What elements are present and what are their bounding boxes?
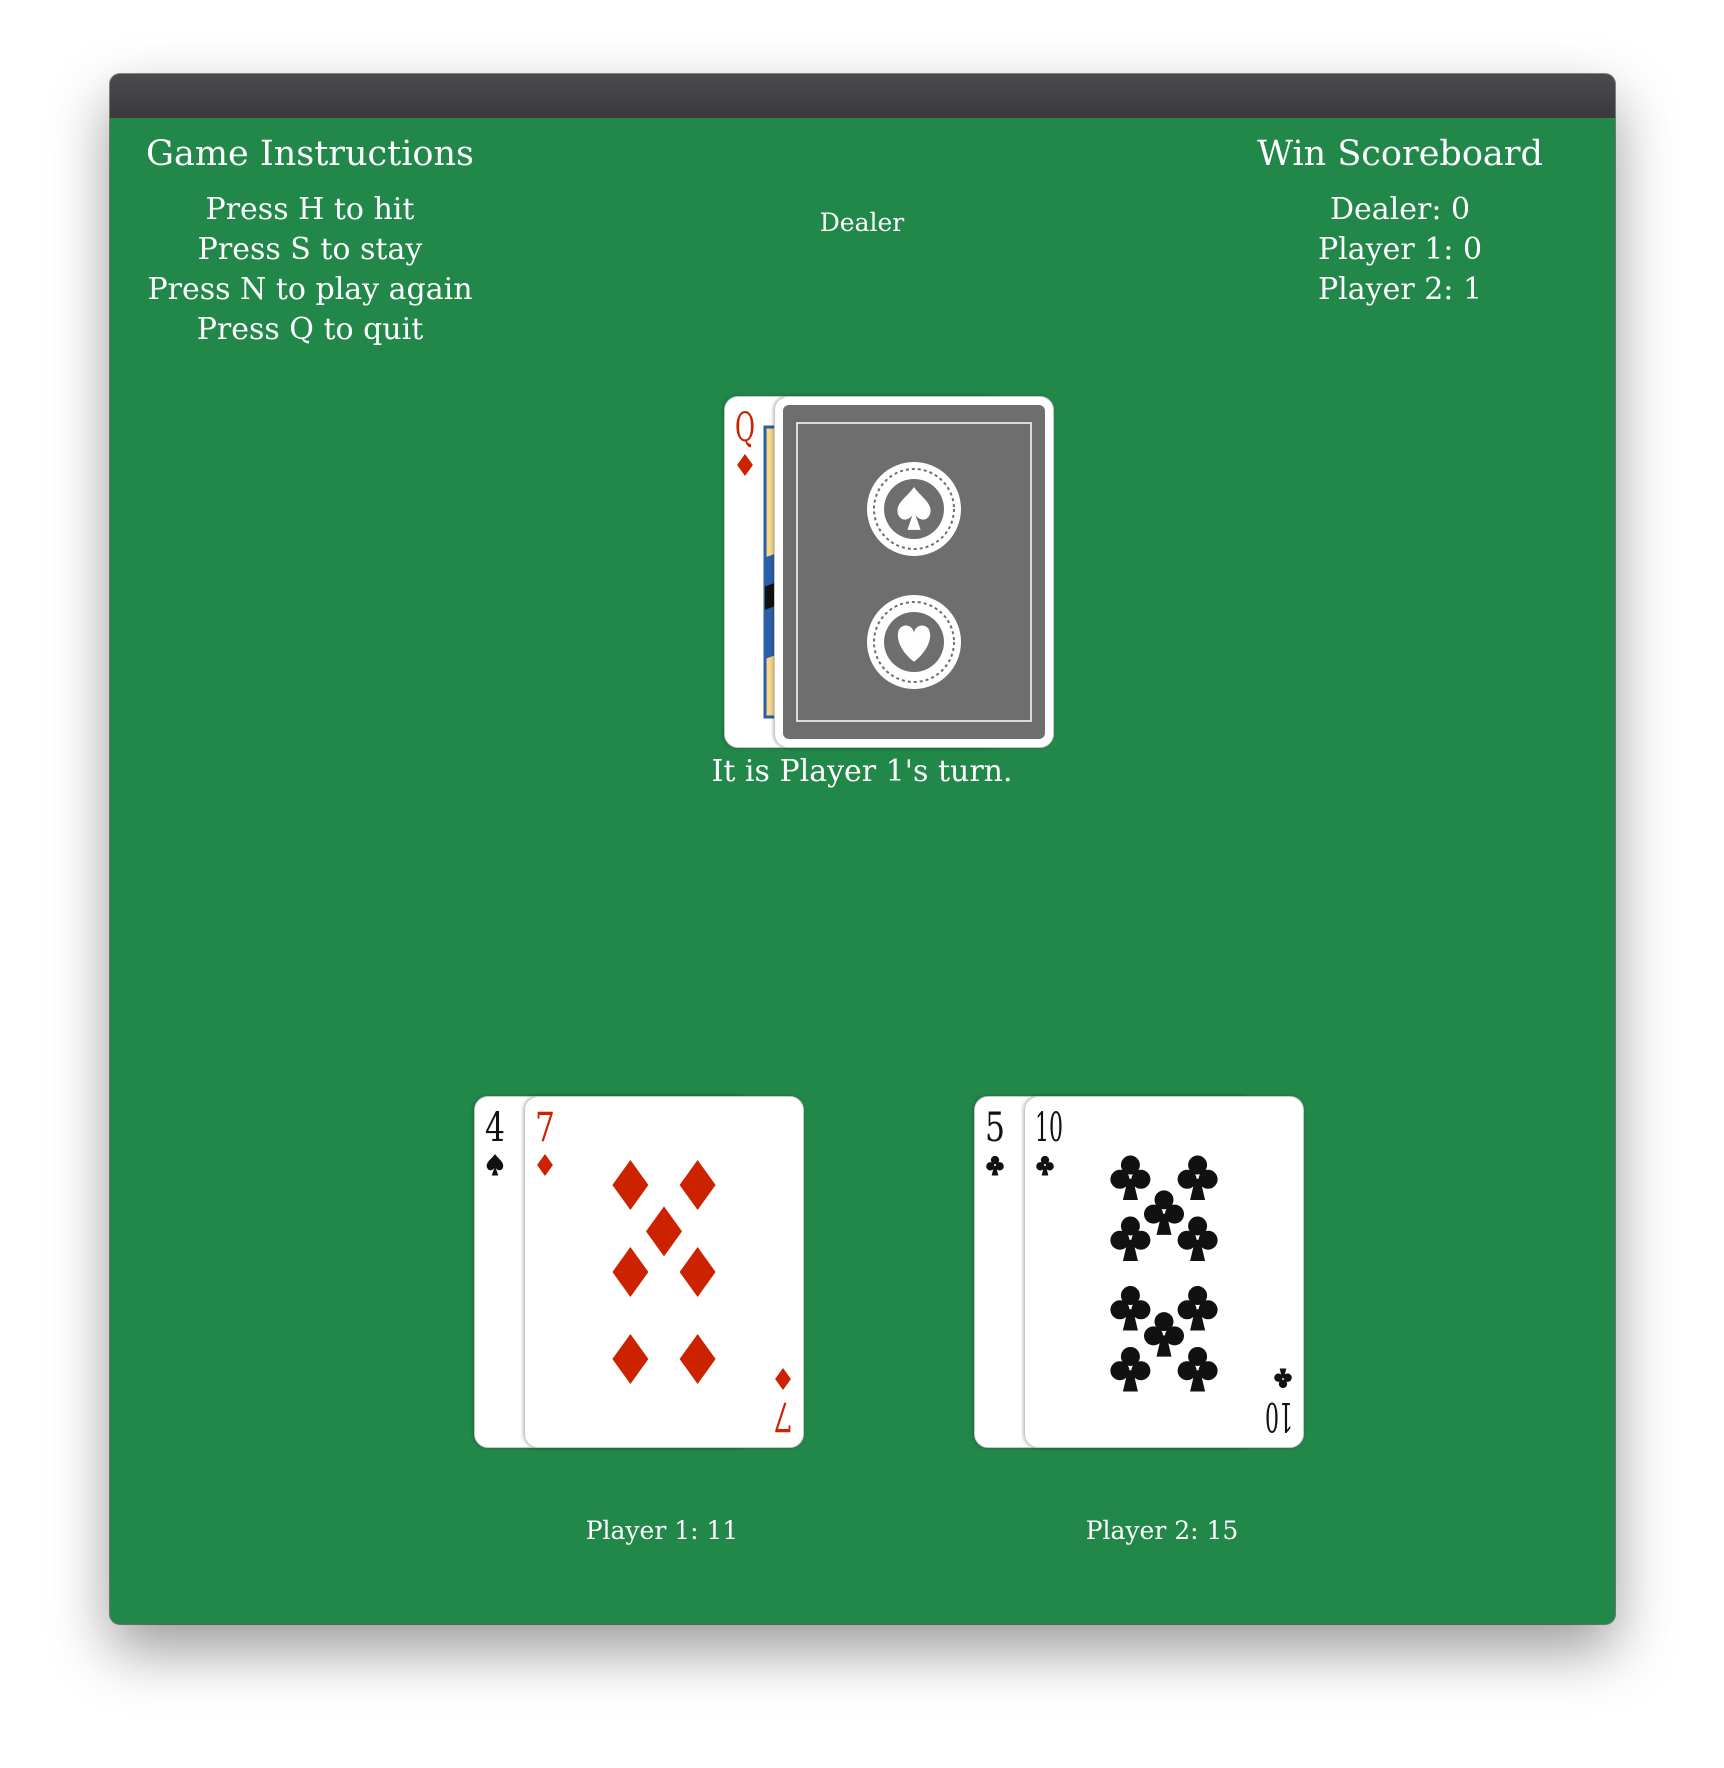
scoreboard-title: Win Scoreboard — [1257, 134, 1543, 174]
instruction-quit: Press Q to quit — [196, 312, 424, 347]
score-dealer: Dealer: 0 — [1329, 192, 1471, 227]
club-pip-icon — [1110, 1346, 1151, 1392]
spade-pip-icon — [486, 1154, 504, 1176]
instruction-stay: Press S to stay — [197, 232, 423, 267]
turn-message: It is Player 1's turn. — [711, 754, 1013, 789]
diamond-pip-icon — [646, 1206, 682, 1257]
card-rank-label: 10 — [1265, 1393, 1293, 1439]
card-back-seal-icon — [867, 462, 961, 556]
diamond-pip-icon — [612, 1160, 649, 1210]
card-rank-label: 7 — [773, 1393, 793, 1439]
player-2-total: Player 2: 15 — [1085, 1516, 1239, 1545]
diamond-pip-icon — [737, 454, 753, 476]
player-1-card-2: 77 — [524, 1096, 804, 1448]
scoreboard-panel: Win Scoreboard Dealer: 0 Player 1: 0 Pla… — [1210, 134, 1590, 310]
game-window: Game Instructions Press H to hit Press S… — [110, 74, 1615, 1624]
club-pip-icon — [1177, 1346, 1218, 1392]
diamond-pip-icon — [612, 1334, 649, 1384]
title-bar[interactable] — [110, 74, 1615, 119]
instructions-panel: Game Instructions Press H to hit Press S… — [120, 134, 500, 350]
score-player-1: Player 1: 0 — [1317, 232, 1483, 267]
card-back-seal-icon — [867, 595, 961, 689]
card-rank-label: 4 — [485, 1105, 505, 1151]
club-pip-icon — [1110, 1216, 1151, 1261]
club-pip-icon — [1177, 1216, 1218, 1261]
card-rank-label: Q — [735, 405, 755, 451]
dealer-label: Dealer — [819, 208, 905, 237]
club-pip-icon — [1274, 1368, 1292, 1389]
score-player-2: Player 2: 1 — [1317, 272, 1483, 307]
instruction-hit: Press H to hit — [205, 192, 415, 227]
dealer-card-2-face-down — [774, 396, 1054, 748]
club-pip-icon — [986, 1155, 1004, 1176]
game-table: Game Instructions Press H to hit Press S… — [110, 118, 1615, 1624]
instruction-play-again: Press N to play again — [147, 272, 473, 307]
instructions-title: Game Instructions — [146, 134, 474, 174]
card-rank-label: 10 — [1035, 1105, 1063, 1151]
club-pip-icon — [1144, 1190, 1184, 1235]
diamond-pip-icon — [775, 1368, 791, 1390]
diamond-pip-icon — [612, 1247, 649, 1297]
card-rank-label: 5 — [985, 1105, 1005, 1151]
club-pip-icon — [1110, 1286, 1151, 1331]
club-pip-icon — [1177, 1155, 1218, 1201]
diamond-pip-icon — [679, 1334, 716, 1384]
club-pip-icon — [1144, 1312, 1184, 1357]
club-pip-icon — [1177, 1286, 1218, 1331]
diamond-pip-icon — [679, 1247, 716, 1297]
card-rank-label: 7 — [535, 1105, 555, 1151]
diamond-pip-icon — [537, 1154, 553, 1176]
club-pip-icon — [1110, 1155, 1151, 1201]
player-2-card-2: 10 10 — [1024, 1096, 1304, 1448]
player-1-total: Player 1: 11 — [585, 1516, 739, 1545]
club-pip-icon — [1036, 1155, 1054, 1176]
diamond-pip-icon — [679, 1160, 716, 1210]
